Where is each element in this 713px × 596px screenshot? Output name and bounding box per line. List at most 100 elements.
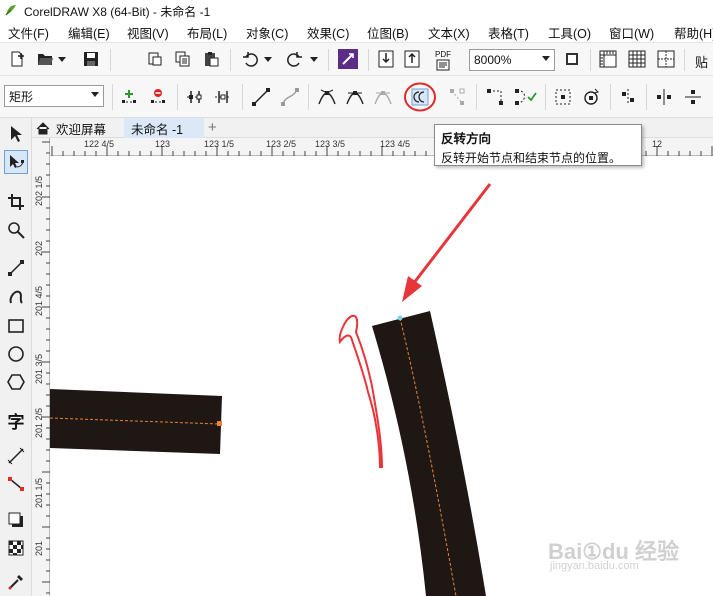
reflect-nodes-vertical-icon[interactable] — [682, 86, 704, 108]
menu-text[interactable]: 文本(X) — [428, 23, 470, 42]
standard-toolbar: PDF 8000% 贴 — [0, 42, 713, 76]
show-grid-icon[interactable] — [627, 49, 647, 69]
menu-window[interactable]: 窗口(W) — [609, 23, 654, 42]
menu-effects[interactable]: 效果(C) — [307, 23, 349, 42]
open-dropdown-chevron-icon[interactable] — [58, 55, 66, 63]
smooth-node-icon[interactable] — [344, 86, 366, 108]
cusp-node-icon[interactable] — [316, 86, 338, 108]
snap-to-label[interactable]: 贴 — [695, 52, 708, 71]
artistic-media-tool-icon[interactable] — [4, 284, 28, 308]
redo-dropdown-chevron-icon[interactable] — [310, 55, 318, 63]
eyedropper-tool-icon[interactable] — [4, 570, 28, 594]
reverse-direction-button[interactable] — [403, 82, 437, 112]
show-rulers-icon[interactable] — [598, 49, 618, 69]
export-icon[interactable] — [403, 49, 421, 69]
curved-stroke-start-node — [397, 315, 403, 321]
menu-object[interactable]: 对象(C) — [246, 23, 288, 42]
toolbar-separator — [242, 84, 243, 110]
rectangle-tool-icon[interactable] — [4, 314, 28, 338]
toolbar-separator — [545, 84, 546, 110]
save-icon[interactable] — [82, 50, 100, 68]
paste-icon[interactable] — [202, 50, 220, 68]
toolbar-separator — [684, 49, 685, 71]
undo-dropdown-chevron-icon[interactable] — [264, 55, 272, 63]
toolbar-separator — [177, 84, 178, 110]
search-content-icon[interactable] — [338, 49, 358, 69]
menu-layout[interactable]: 布局(L) — [187, 23, 227, 42]
menu-tools[interactable]: 工具(O) — [548, 23, 591, 42]
convert-to-line-icon[interactable] — [250, 86, 272, 108]
vruler-label: 201 1/5 — [34, 477, 44, 508]
convert-to-curve-icon[interactable] — [279, 86, 301, 108]
tab-document[interactable]: 未命名 -1 — [124, 118, 204, 138]
menu-file[interactable]: 文件(F) — [8, 23, 49, 42]
shape-type-select[interactable]: 矩形 — [4, 85, 104, 107]
break-curve-icon[interactable] — [212, 86, 234, 108]
menu-bar: 文件(F) 编辑(E) 视图(V) 布局(L) 对象(C) 效果(C) 位图(B… — [0, 20, 713, 42]
toolbox: 字 — [0, 118, 32, 596]
ellipse-tool-icon[interactable] — [4, 342, 28, 366]
toolbar-separator — [230, 49, 231, 71]
watermark-url-icon: jingyan.baidu.com — [550, 560, 639, 572]
pick-tool-icon[interactable] — [4, 122, 28, 146]
tab-welcome-screen[interactable]: 欢迎屏幕 — [32, 118, 124, 138]
shape-tool-icon[interactable] — [4, 150, 28, 174]
select-all-nodes-icon[interactable] — [552, 86, 574, 108]
menu-table[interactable]: 表格(T) — [488, 23, 529, 42]
extract-subpath-icon[interactable] — [484, 86, 506, 108]
add-tab-button[interactable]: + — [208, 119, 217, 136]
transparency-tool-icon[interactable] — [4, 536, 28, 560]
pdf-label: PDF — [435, 49, 451, 59]
full-screen-icon[interactable] — [563, 50, 581, 68]
vruler-label: 201 — [34, 540, 44, 556]
menu-bitmaps[interactable]: 位图(B) — [367, 23, 409, 42]
undo-icon[interactable] — [241, 50, 259, 68]
crop-tool-icon[interactable] — [4, 190, 28, 214]
zoom-level-select[interactable]: 8000% — [469, 49, 555, 71]
vruler-label: 202 1/5 — [34, 175, 44, 206]
freehand-tool-icon[interactable] — [4, 256, 28, 280]
show-guidelines-icon[interactable] — [656, 49, 676, 69]
property-bar: 矩形 — [0, 76, 713, 118]
red-arrow-annotation — [408, 183, 492, 289]
symmetrical-node-icon[interactable] — [372, 86, 394, 108]
import-icon[interactable] — [377, 49, 395, 69]
menu-edit[interactable]: 编辑(E) — [68, 23, 110, 42]
vruler-label: 201 4/5 — [34, 285, 44, 316]
hruler-label: 123 2/5 — [266, 139, 297, 149]
reflect-nodes-horizontal-icon[interactable] — [653, 86, 675, 108]
redo-icon[interactable] — [286, 50, 304, 68]
join-nodes-icon[interactable] — [184, 86, 206, 108]
red-arrow-annotation-head — [402, 276, 422, 302]
zoom-tool-icon[interactable] — [4, 218, 28, 242]
new-document-icon[interactable] — [8, 50, 26, 68]
tab-document-label: 未命名 -1 — [131, 122, 184, 137]
add-node-icon[interactable] — [118, 86, 140, 108]
close-curve-icon[interactable] — [512, 86, 538, 108]
extend-curve-to-close-icon[interactable] — [446, 86, 468, 108]
cut-icon[interactable] — [146, 50, 164, 68]
copy-icon[interactable] — [174, 50, 192, 68]
vruler-label: 201 3/5 — [34, 353, 44, 384]
publish-pdf-button[interactable]: PDF — [429, 47, 457, 73]
zoom-level-value: 8000% — [474, 53, 512, 67]
hruler-label: 123 3/5 — [315, 139, 346, 149]
red-freehand-annotation — [338, 314, 383, 469]
home-icon — [36, 121, 50, 134]
toolbar-separator — [610, 84, 611, 110]
drawing-canvas[interactable]: Bai①du 经验 jingyan.baidu.com — [50, 156, 713, 596]
drop-shadow-tool-icon[interactable] — [4, 508, 28, 532]
delete-node-icon[interactable] — [147, 86, 169, 108]
text-tool-icon[interactable]: 字 — [4, 408, 28, 432]
polygon-tool-icon[interactable] — [4, 370, 28, 394]
toolbar-separator — [110, 49, 111, 71]
parallel-dimension-tool-icon[interactable] — [4, 444, 28, 468]
align-nodes-icon[interactable] — [617, 86, 639, 108]
menu-view[interactable]: 视图(V) — [127, 23, 169, 42]
rotate-nodes-icon[interactable] — [580, 86, 602, 108]
hruler-label: 123 — [155, 139, 171, 149]
connector-tool-icon[interactable] — [4, 472, 28, 496]
menu-help[interactable]: 帮助(H) — [674, 23, 713, 42]
open-folder-icon[interactable] — [36, 50, 54, 68]
vertical-ruler[interactable]: 202 1/5 202 201 4/5 201 3/5 201 2/5 201 … — [32, 138, 50, 596]
